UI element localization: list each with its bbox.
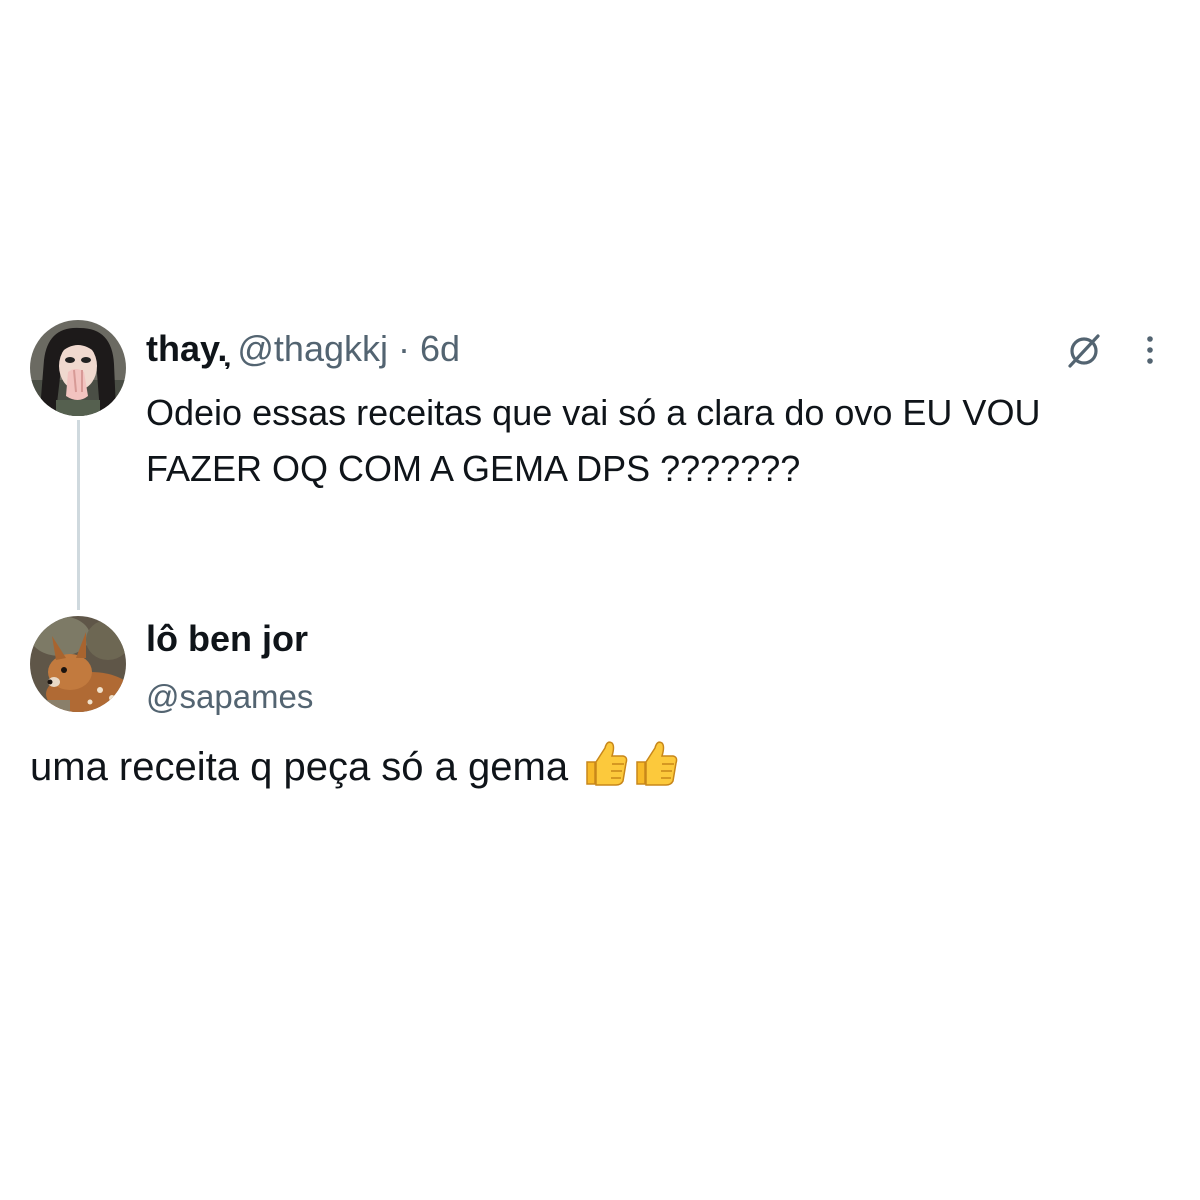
thumbs-up-icon bbox=[586, 741, 628, 786]
display-name[interactable]: thay. bbox=[146, 328, 227, 369]
avatar-thay[interactable] bbox=[30, 320, 126, 416]
grok-icon[interactable] bbox=[1064, 330, 1104, 370]
reply-text: uma receita q peça só a gema bbox=[30, 745, 569, 789]
thumbs-up-icon bbox=[636, 741, 678, 786]
tweet-time[interactable]: 6d bbox=[420, 328, 460, 369]
avatar-lo-ben-jor[interactable] bbox=[30, 616, 126, 712]
tweet-header: thay.̦ @thagkkj · 6d bbox=[146, 327, 460, 371]
reply-text-line: uma receita q peça só a gema bbox=[30, 738, 679, 795]
avatar-image bbox=[30, 320, 126, 416]
avatar-image bbox=[30, 616, 126, 712]
user-handle[interactable]: @thagkkj bbox=[237, 328, 388, 369]
more-icon[interactable] bbox=[1138, 330, 1162, 370]
meta-separator: · bbox=[398, 328, 410, 369]
tweet-text: Odeio essas receitas que vai só a clara … bbox=[146, 392, 1041, 489]
reply-user-handle[interactable]: @sapames bbox=[146, 675, 313, 719]
reply-display-name[interactable]: lô ben jor bbox=[146, 617, 308, 661]
thread-connector-line bbox=[77, 420, 80, 610]
